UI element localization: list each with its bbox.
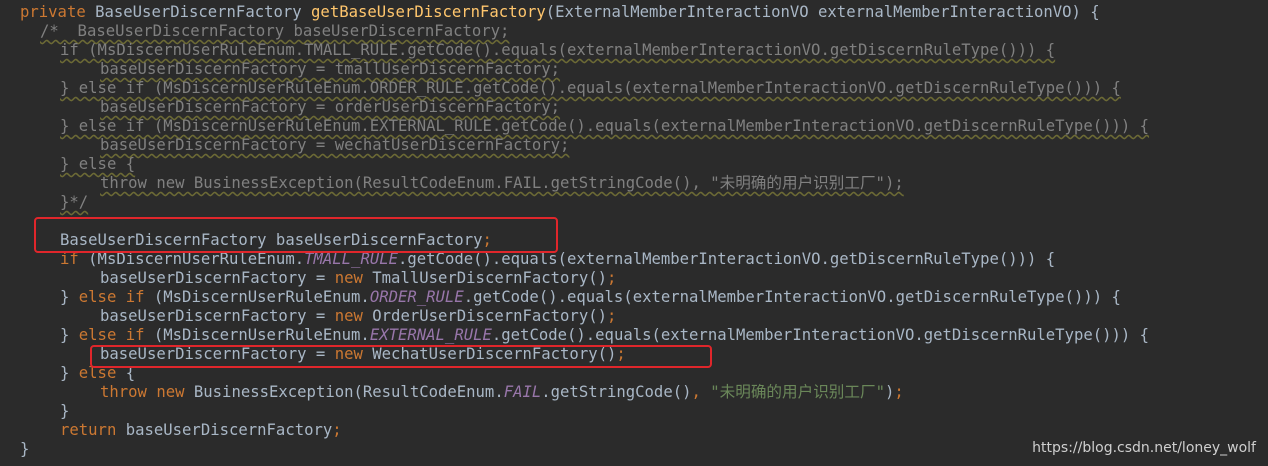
code-token: .getCode().equals(externalMemberInteract… bbox=[463, 288, 1121, 306]
code-token: else if bbox=[78, 326, 154, 344]
code-line[interactable]: } bbox=[20, 440, 29, 459]
code-line[interactable]: } bbox=[60, 402, 69, 421]
code-token: TmallUserDiscernFactory() bbox=[372, 269, 607, 287]
code-token: baseUserDiscernFactory = tmallUserDiscer… bbox=[100, 60, 561, 78]
code-token: return bbox=[60, 421, 126, 439]
code-token: } bbox=[60, 364, 79, 382]
code-token: if (MsDiscernUserRuleEnum.TMALL_RULE.get… bbox=[60, 41, 1056, 59]
code-token: } bbox=[60, 402, 70, 420]
code-line[interactable]: /* BaseUserDiscernFactory baseUserDiscer… bbox=[40, 22, 509, 41]
code-token: ; bbox=[894, 383, 904, 401]
code-token: private bbox=[20, 3, 96, 21]
code-token: ; bbox=[607, 307, 617, 325]
code-token: .getCode().equals(externalMemberInteract… bbox=[491, 326, 1150, 344]
code-line[interactable]: private BaseUserDiscernFactory getBaseUs… bbox=[20, 3, 1100, 22]
code-token: } else if (MsDiscernUserRuleEnum.ORDER_R… bbox=[60, 79, 1121, 97]
annotation-box-wechat-factory bbox=[90, 345, 712, 368]
code-token: }*/ bbox=[60, 193, 89, 211]
code-line[interactable]: baseUserDiscernFactory = new OrderUserDi… bbox=[100, 307, 616, 326]
code-line[interactable]: return baseUserDiscernFactory; bbox=[60, 421, 342, 440]
code-editor[interactable]: private BaseUserDiscernFactory getBaseUs… bbox=[0, 0, 1268, 466]
code-token: .getStringCode() bbox=[541, 383, 692, 401]
code-token: ORDER_RULE bbox=[369, 288, 464, 306]
code-token: getBaseUserDiscernFactory bbox=[311, 3, 546, 21]
code-line[interactable]: } else { bbox=[60, 155, 135, 174]
code-line[interactable]: baseUserDiscernFactory = tmallUserDiscer… bbox=[100, 60, 560, 79]
code-line[interactable]: throw new BusinessException(ResultCodeEn… bbox=[100, 174, 904, 193]
code-token: BusinessException(ResultCodeEnum. bbox=[193, 383, 504, 401]
code-token: , bbox=[691, 383, 711, 401]
code-token: baseUserDiscernFactory = orderUserDiscer… bbox=[100, 98, 561, 116]
annotation-box-declaration bbox=[34, 217, 558, 253]
code-line[interactable]: baseUserDiscernFactory = new TmallUserDi… bbox=[100, 269, 616, 288]
code-token: ; bbox=[607, 269, 617, 287]
code-token: baseUserDiscernFactory = bbox=[100, 307, 335, 325]
code-token: } bbox=[60, 326, 79, 344]
code-token: baseUserDiscernFactory = wechatUserDisce… bbox=[100, 136, 570, 154]
code-token: /* BaseUserDiscernFactory baseUserDiscer… bbox=[40, 22, 510, 40]
code-token: (ExternalMemberInteractionVO externalMem… bbox=[545, 3, 1100, 21]
code-token: } else if (MsDiscernUserRuleEnum.EXTERNA… bbox=[60, 117, 1150, 135]
code-line[interactable]: }*/ bbox=[60, 193, 88, 212]
code-token: "未明确的用户识别工厂" bbox=[710, 383, 885, 401]
code-token: (MsDiscernUserRuleEnum. bbox=[153, 326, 370, 344]
code-line[interactable]: } else if (MsDiscernUserRuleEnum.EXTERNA… bbox=[60, 117, 1149, 136]
code-token: ; bbox=[332, 421, 342, 439]
code-line[interactable]: } else if (MsDiscernUserRuleEnum.ORDER_R… bbox=[60, 79, 1121, 98]
code-token: new bbox=[334, 307, 373, 325]
code-line[interactable]: baseUserDiscernFactory = wechatUserDisce… bbox=[100, 136, 569, 155]
code-token: (MsDiscernUserRuleEnum. bbox=[153, 288, 370, 306]
code-token: OrderUserDiscernFactory() bbox=[372, 307, 607, 325]
code-token: ) bbox=[884, 383, 895, 401]
code-line[interactable]: throw new BusinessException(ResultCodeEn… bbox=[100, 383, 904, 402]
code-token: throw new bbox=[100, 383, 194, 401]
code-token: baseUserDiscernFactory bbox=[125, 421, 333, 439]
code-token: else if bbox=[78, 288, 154, 306]
code-line[interactable]: if (MsDiscernUserRuleEnum.TMALL_RULE.get… bbox=[60, 41, 1055, 60]
code-token: baseUserDiscernFactory = bbox=[100, 269, 335, 287]
watermark-text: https://blog.csdn.net/loney_wolf bbox=[1032, 440, 1256, 456]
code-line[interactable]: } else if (MsDiscernUserRuleEnum.ORDER_R… bbox=[60, 288, 1121, 307]
code-token: } bbox=[60, 288, 79, 306]
code-line[interactable]: } else if (MsDiscernUserRuleEnum.EXTERNA… bbox=[60, 326, 1149, 345]
code-token: throw new BusinessException(ResultCodeEn… bbox=[100, 174, 904, 192]
code-token: } bbox=[20, 440, 30, 458]
code-line[interactable]: baseUserDiscernFactory = orderUserDiscer… bbox=[100, 98, 560, 117]
code-token: } else { bbox=[60, 155, 136, 173]
code-token: new bbox=[334, 269, 373, 287]
code-token: FAIL bbox=[503, 383, 542, 401]
code-token: BaseUserDiscernFactory bbox=[95, 3, 312, 21]
code-token: EXTERNAL_RULE bbox=[369, 326, 492, 344]
